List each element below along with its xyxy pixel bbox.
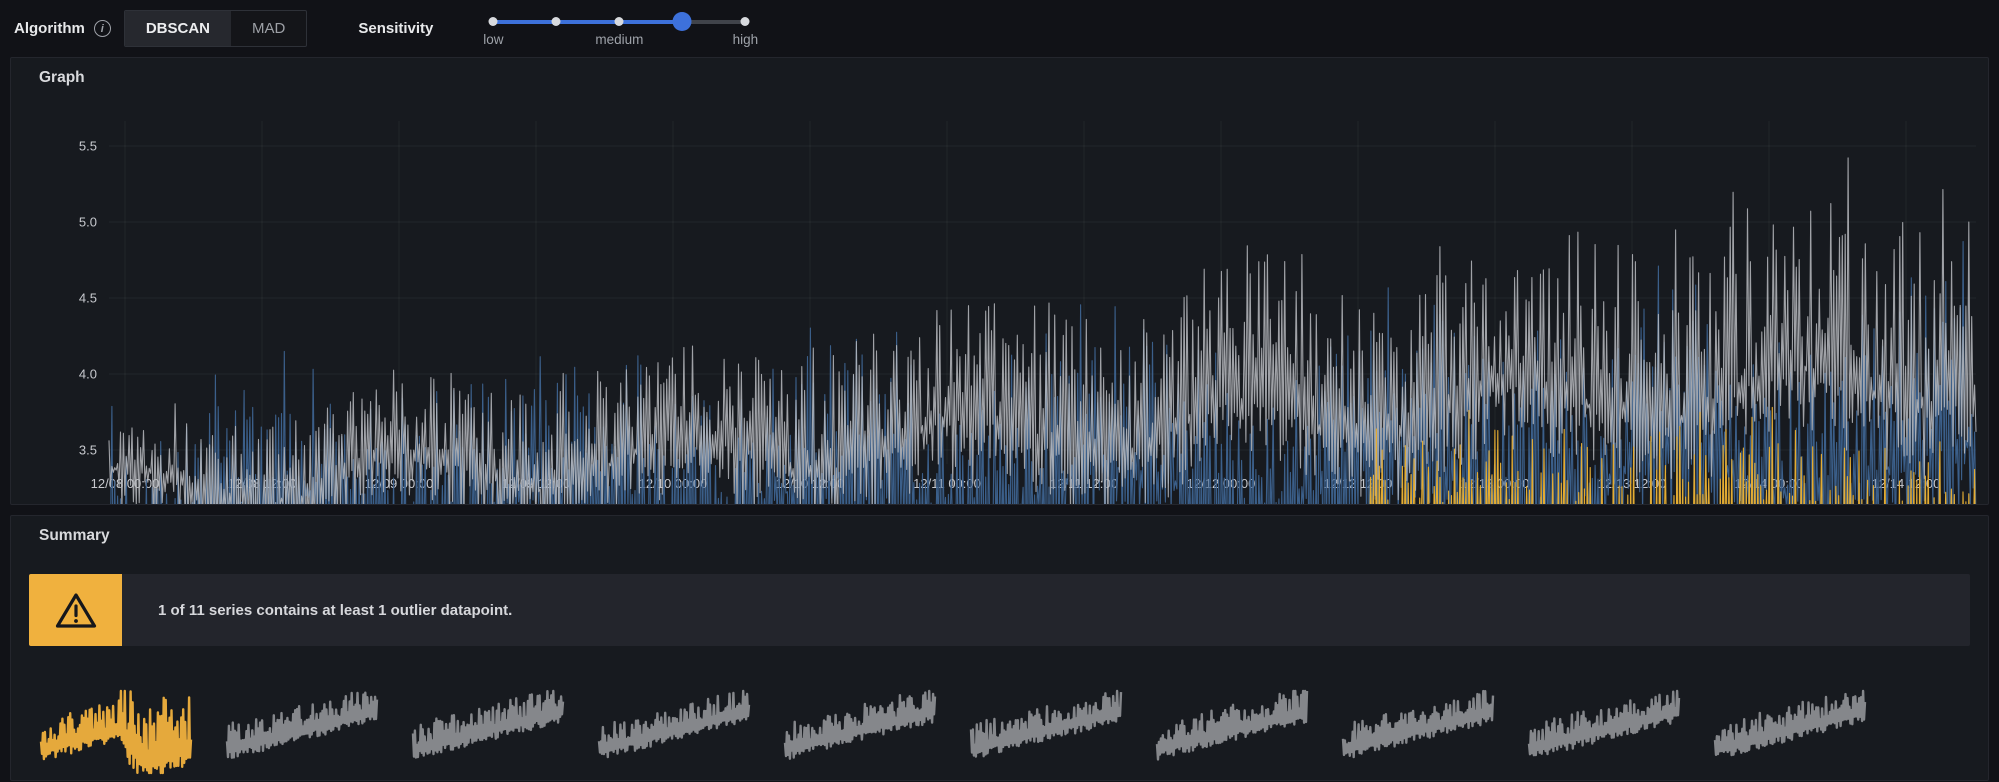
- info-icon[interactable]: i: [94, 20, 111, 37]
- warning-triangle-icon: [52, 586, 100, 634]
- slider-stop-dot[interactable]: [615, 17, 624, 26]
- alert-message: 1 of 11 series contains at least 1 outli…: [158, 602, 512, 619]
- warning-icon-block: [29, 574, 122, 646]
- graph-panel-title: Graph: [39, 69, 85, 87]
- slider-stop-dot[interactable]: [552, 17, 561, 26]
- algorithm-label: Algorithm: [14, 20, 85, 37]
- slider-stop-dot[interactable]: [489, 17, 498, 26]
- slider-handle[interactable]: [673, 12, 692, 31]
- timeseries-chart[interactable]: 5.55.04.54.03.53.02.52.01.512/08 00:0012…: [11, 96, 1988, 504]
- series-thumbnail[interactable]: [223, 688, 383, 776]
- slider-track-fill: [493, 20, 682, 24]
- svg-text:5.5: 5.5: [79, 139, 97, 154]
- series-thumbnail[interactable]: [595, 688, 755, 776]
- sensitivity-slider[interactable]: lowmediumhigh: [493, 6, 745, 52]
- sensitivity-label: Sensitivity: [358, 20, 433, 37]
- svg-text:4.0: 4.0: [79, 367, 97, 382]
- outlier-alert: 1 of 11 series contains at least 1 outli…: [29, 574, 1970, 646]
- series-thumbnail-row: [37, 688, 1871, 776]
- series-thumbnail[interactable]: [1339, 688, 1499, 776]
- series-thumbnail[interactable]: [967, 688, 1127, 776]
- series-thumbnail[interactable]: [1153, 688, 1313, 776]
- series-thumbnail[interactable]: [409, 688, 569, 776]
- series-thumbnail[interactable]: [1711, 688, 1871, 776]
- svg-text:3.5: 3.5: [79, 443, 97, 458]
- algorithm-option-mad[interactable]: MAD: [231, 11, 306, 46]
- algorithm-toggle: DBSCAN MAD: [124, 10, 308, 47]
- graph-panel: Graph 5.55.04.54.03.53.02.52.01.512/08 0…: [10, 57, 1989, 505]
- svg-text:4.5: 4.5: [79, 291, 97, 306]
- series-thumbnail-outlier[interactable]: [37, 688, 197, 776]
- series-thumbnail[interactable]: [781, 688, 941, 776]
- algorithm-option-dbscan[interactable]: DBSCAN: [125, 11, 231, 46]
- series-thumbnail[interactable]: [1525, 688, 1685, 776]
- slider-stop-dot[interactable]: [741, 17, 750, 26]
- summary-panel-title: Summary: [39, 527, 110, 545]
- summary-panel: Summary 1 of 11 series contains at least…: [10, 515, 1989, 781]
- slider-label-low: low: [483, 32, 503, 47]
- slider-label-high: high: [733, 32, 759, 47]
- slider-label-medium: medium: [595, 32, 643, 47]
- toolbar: Algorithm i DBSCAN MAD Sensitivity lowme…: [0, 0, 1999, 57]
- svg-text:5.0: 5.0: [79, 215, 97, 230]
